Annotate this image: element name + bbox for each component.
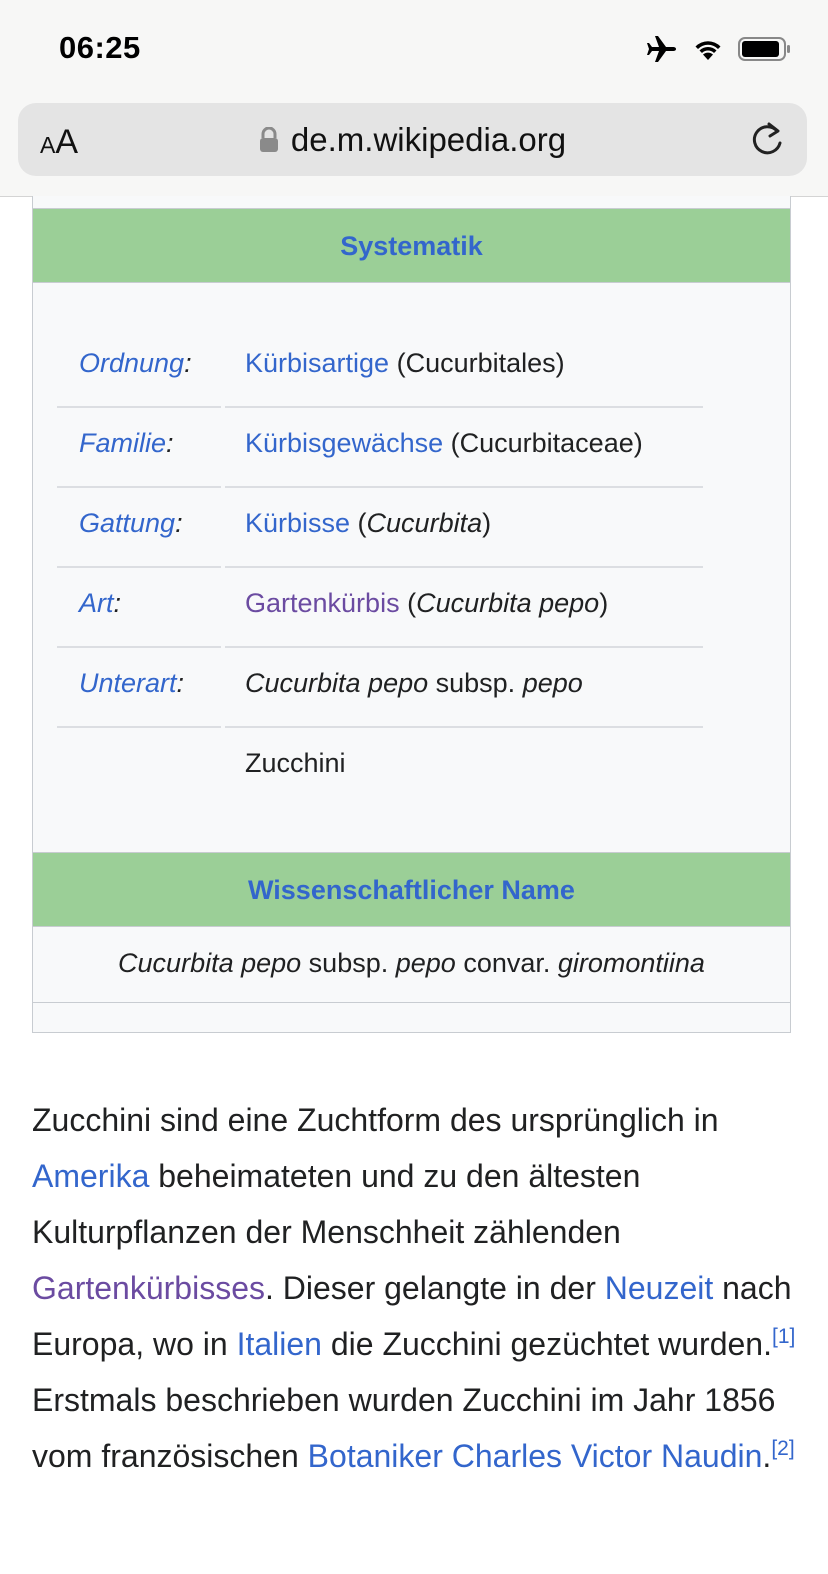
taxon-rank-link[interactable]: Unterart: [79, 668, 177, 698]
wifi-icon: [695, 41, 721, 60]
browser-chrome: 06:25 AA de.m.wikipedia.org: [0, 0, 828, 197]
common-name: Zucchini: [245, 748, 346, 778]
taxon-rank-link[interactable]: Gattung: [79, 508, 175, 538]
reference-1[interactable]: [1]: [772, 1325, 795, 1348]
taxon-row-ordnung: Ordnung: Kürbisartige (Cucurbitales): [57, 328, 703, 408]
battery-icon: [738, 37, 790, 61]
taxon-row-gattung: Gattung: Kürbisse (Cucurbita): [57, 488, 703, 568]
reload-icon[interactable]: [747, 119, 787, 159]
link-italien[interactable]: Italien: [237, 1326, 322, 1362]
status-icons: [646, 34, 792, 64]
taxon-rank-link[interactable]: Ordnung: [79, 348, 184, 378]
systematik-header[interactable]: Systematik: [33, 208, 790, 283]
article-paragraph: Zucchini sind eine Zuchtform des ursprün…: [32, 1102, 796, 1474]
taxon-row-common-name: Zucchini: [57, 728, 703, 808]
taxon-link[interactable]: Kürbisgewächse: [245, 428, 443, 458]
taxon-row-art: Art: Gartenkürbis (Cucurbita pepo): [57, 568, 703, 648]
link-neuzeit[interactable]: Neuzeit: [605, 1270, 714, 1306]
taxon-row-familie: Familie: Kürbisgewächse (Cucurbitaceae): [57, 408, 703, 488]
link-botaniker[interactable]: Botaniker: [308, 1438, 443, 1474]
reference-2[interactable]: [2]: [771, 1437, 794, 1460]
url-text[interactable]: de.m.wikipedia.org: [291, 121, 566, 158]
link-gartenkuerbisses[interactable]: Gartenkürbisses: [32, 1270, 265, 1306]
taxon-link[interactable]: Gartenkürbis: [245, 588, 400, 618]
scientific-name: Cucurbita pepo subsp. pepo convar. girom…: [33, 928, 790, 1003]
taxon-row-unterart: Unterart: Cucurbita pepo subsp. pepo: [57, 648, 703, 728]
lock-icon: [259, 127, 278, 152]
taxon-link[interactable]: Kürbisartige: [245, 348, 389, 378]
airplane-mode-icon: [647, 36, 676, 62]
link-naudin[interactable]: Charles Victor Naudin: [452, 1438, 763, 1474]
taxon-rank-link[interactable]: Art: [79, 588, 114, 618]
link-amerika[interactable]: Amerika: [32, 1158, 149, 1194]
status-time: 06:25: [59, 30, 141, 65]
taxon-link[interactable]: Kürbisse: [245, 508, 350, 538]
scientific-name-header[interactable]: Wissenschaftlicher Name: [33, 852, 790, 927]
taxon-rank-link[interactable]: Familie: [79, 428, 166, 458]
taxobox: Systematik Ordnung: Kürbisartige (Cucurb…: [32, 196, 791, 1033]
address-bar[interactable]: AA de.m.wikipedia.org: [18, 103, 807, 176]
